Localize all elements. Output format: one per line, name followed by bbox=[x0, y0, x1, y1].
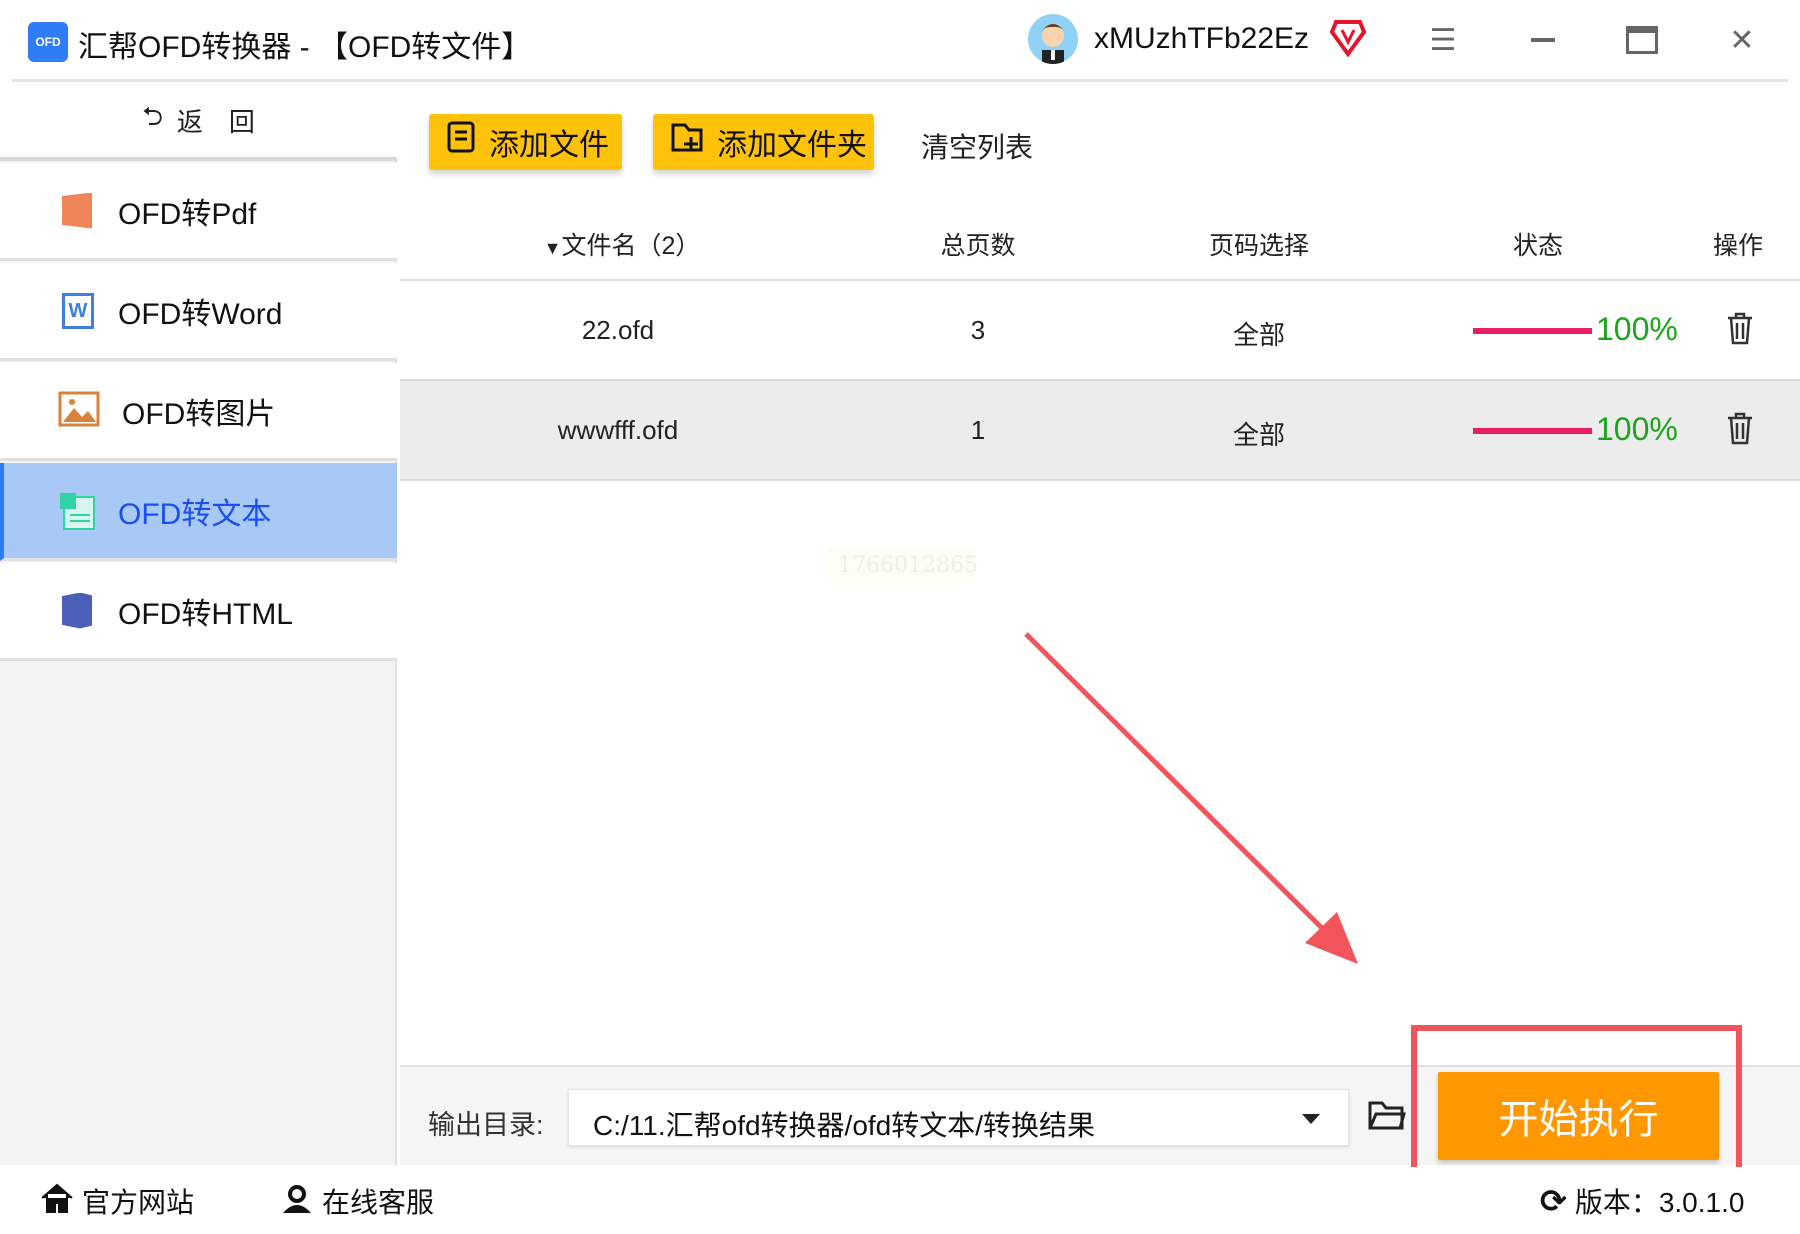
version-info[interactable]: ⟳ 版本：3.0.1.0 bbox=[1540, 1181, 1744, 1221]
website-label: 官方网站 bbox=[82, 1187, 195, 1218]
delete-icon[interactable] bbox=[1725, 311, 1755, 347]
add-file-label: 添加文件 bbox=[489, 129, 609, 162]
sidebar-item-ofd-to-pdf[interactable]: OFD转Pdf bbox=[0, 163, 397, 261]
website-link[interactable]: 官方网站 bbox=[40, 1181, 194, 1221]
support-icon bbox=[280, 1182, 314, 1221]
file-name: wwwfff.ofd bbox=[557, 415, 679, 445]
output-dir-label: 输出目录: bbox=[428, 1110, 544, 1140]
sidebar-item-label: OFD转图片 bbox=[122, 397, 276, 431]
support-label: 在线客服 bbox=[322, 1187, 435, 1218]
sidebar-item-ofd-to-image[interactable]: OFD转图片 bbox=[0, 363, 397, 461]
version-label: 版本：3.0.1.0 bbox=[1574, 1187, 1745, 1218]
header-filename[interactable]: ▼文件名（2） bbox=[544, 226, 701, 262]
add-folder-label: 添加文件夹 bbox=[717, 129, 867, 162]
minimize-button[interactable] bbox=[1521, 18, 1565, 62]
sidebar-item-ofd-to-html[interactable]: OFD转HTML bbox=[0, 563, 397, 661]
sort-desc-icon: ▼ bbox=[543, 238, 562, 258]
footer: 官方网站 在线客服 ⟳ 版本：3.0.1.0 bbox=[0, 1167, 1800, 1234]
annotation-arrow bbox=[1024, 632, 1358, 964]
output-dir-input[interactable]: C:/11.汇帮ofd转换器/ofd转文本/转换结果 bbox=[568, 1089, 1349, 1146]
back-label: 返 回 bbox=[176, 106, 255, 137]
output-dir-value: C:/11.汇帮ofd转换器/ofd转文本/转换结果 bbox=[593, 1110, 1096, 1141]
support-link[interactable]: 在线客服 bbox=[280, 1181, 434, 1221]
page-count: 1 bbox=[970, 415, 986, 445]
progress-label: 100% bbox=[1596, 311, 1678, 347]
sidebar-item-label: OFD转Word bbox=[118, 297, 283, 331]
maximize-button[interactable] bbox=[1620, 18, 1664, 62]
menu-icon[interactable]: ☰ bbox=[1421, 18, 1465, 62]
home-icon bbox=[40, 1182, 74, 1221]
close-button[interactable]: ✕ bbox=[1720, 18, 1764, 62]
username[interactable]: xMUzhTFb22Ez bbox=[1094, 22, 1309, 56]
vip-badge-icon[interactable] bbox=[1329, 18, 1367, 66]
back-button[interactable]: ⮌ 返 回 bbox=[0, 83, 397, 161]
clear-list-button[interactable]: 清空列表 bbox=[921, 126, 1033, 166]
sidebar-item-label: OFD转Pdf bbox=[118, 197, 257, 231]
page-count: 3 bbox=[970, 315, 986, 345]
header-status: 状态 bbox=[1512, 232, 1564, 260]
pdf-icon bbox=[58, 191, 96, 231]
sidebar-item-label: OFD转HTML bbox=[118, 597, 293, 631]
progress-bar bbox=[1473, 428, 1592, 434]
page-range-select[interactable]: 全部 bbox=[1233, 415, 1285, 452]
progress-label: 100% bbox=[1596, 411, 1678, 447]
table-row[interactable]: wwwfff.ofd 1 全部 100% bbox=[400, 381, 1800, 479]
refresh-icon: ⟳ bbox=[1540, 1183, 1567, 1219]
sidebar-item-ofd-to-word[interactable]: W OFD转Word bbox=[0, 263, 397, 361]
word-icon: W bbox=[58, 291, 96, 331]
text-icon bbox=[58, 491, 96, 531]
table-row[interactable]: 22.ofd 3 全部 100% bbox=[400, 281, 1800, 379]
html-icon bbox=[58, 591, 96, 631]
add-file-button[interactable]: 添加文件 bbox=[429, 114, 622, 170]
header-action: 操作 bbox=[1712, 232, 1764, 260]
highlight-box bbox=[1411, 1025, 1742, 1185]
avatar[interactable] bbox=[1028, 14, 1078, 64]
window-title: 汇帮OFD转换器 - 【OFD转文件】 bbox=[78, 31, 532, 64]
sidebar-item-ofd-to-text[interactable]: OFD转文本 bbox=[0, 463, 397, 561]
page-range-select[interactable]: 全部 bbox=[1233, 315, 1285, 352]
chevron-down-icon[interactable] bbox=[1302, 1114, 1320, 1124]
progress-bar bbox=[1473, 328, 1592, 334]
add-file-icon bbox=[447, 121, 477, 163]
divider bbox=[400, 479, 1800, 481]
title-bar: OFD 汇帮OFD转换器 - 【OFD转文件】 xMUzhTFb22Ez ☰ ✕ bbox=[0, 0, 1800, 82]
back-arrow-icon: ⮌ bbox=[142, 101, 163, 131]
add-folder-icon bbox=[671, 121, 705, 163]
header-pages: 总页数 bbox=[940, 232, 1016, 260]
header-label: 文件名（2） bbox=[561, 232, 701, 260]
folder-open-icon[interactable] bbox=[1368, 1099, 1406, 1136]
header-range: 页码选择 bbox=[1208, 232, 1310, 260]
sidebar: ⮌ 返 回 OFD转Pdf W OFD转Word OFD转图片 OFD转文本 O… bbox=[0, 83, 397, 1165]
watermark: 1766012865 bbox=[828, 549, 978, 583]
sidebar-item-label: OFD转文本 bbox=[118, 497, 272, 531]
app-logo: OFD bbox=[28, 22, 68, 62]
divider bbox=[12, 79, 1788, 82]
add-folder-button[interactable]: 添加文件夹 bbox=[653, 114, 874, 170]
file-name: 22.ofd bbox=[581, 315, 655, 345]
delete-icon[interactable] bbox=[1725, 411, 1755, 447]
image-icon bbox=[58, 391, 100, 431]
